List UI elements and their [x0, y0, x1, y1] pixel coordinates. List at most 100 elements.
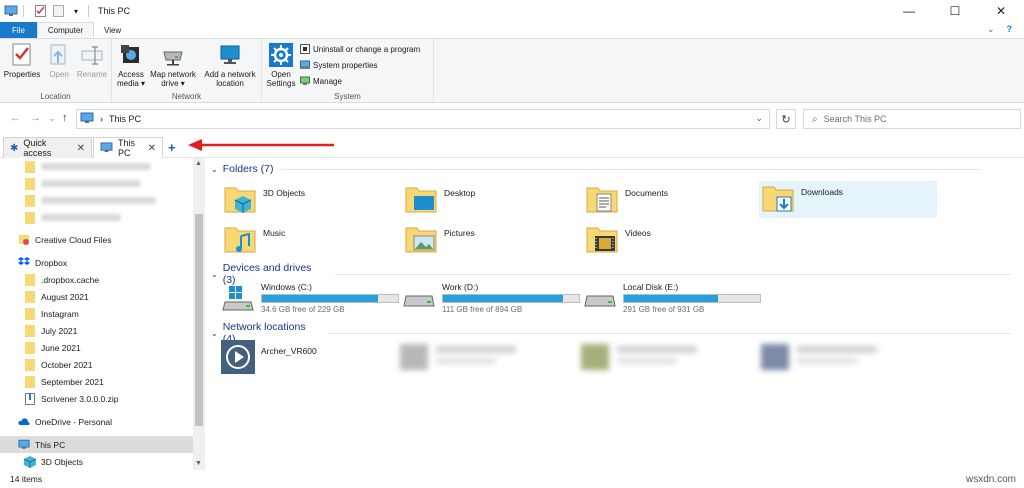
- drive-name: Local Disk (E:): [623, 282, 679, 292]
- drive-name: Windows (C:): [261, 282, 313, 292]
- ribbon: Properties Open Rename Location Access m…: [0, 38, 1024, 103]
- rename-button[interactable]: Rename: [76, 42, 108, 79]
- this-pc-icon[interactable]: [4, 4, 18, 18]
- folder-icon: [24, 177, 36, 190]
- folder-item[interactable]: Music: [221, 222, 399, 258]
- drive-item[interactable]: Local Disk (E:) 291 GB free of 931 GB: [583, 282, 761, 318]
- back-button[interactable]: ←: [10, 112, 21, 124]
- nav-item-zip-file[interactable]: Scrivener 3.0.0.0.zip: [0, 390, 193, 407]
- open-settings-button[interactable]: Open Settings: [264, 42, 298, 88]
- tab-close-icon[interactable]: ✕: [77, 143, 85, 154]
- uninstall-program-button[interactable]: Uninstall or change a program: [300, 44, 420, 54]
- navigation-scrollbar[interactable]: ▲ ▼: [193, 158, 205, 470]
- scroll-up-icon[interactable]: ▲: [195, 160, 202, 167]
- desktop-folder-icon: [405, 187, 437, 213]
- tab-view[interactable]: View: [94, 22, 131, 38]
- group-label-system: System: [334, 92, 361, 101]
- recent-locations-button[interactable]: ⌄: [48, 113, 56, 124]
- blurred-nav-item[interactable]: [0, 209, 193, 226]
- nav-item-onedrive[interactable]: OneDrive - Personal: [0, 413, 193, 430]
- 3d-objects-icon: [24, 455, 36, 468]
- folder-icon: [24, 307, 36, 320]
- scroll-down-icon[interactable]: ▼: [195, 460, 202, 467]
- this-pc-icon: [80, 112, 94, 126]
- access-media-button[interactable]: Access media ▾: [114, 42, 148, 88]
- media-server-icon: [221, 340, 255, 374]
- breadcrumb-this-pc[interactable]: This PC: [109, 114, 141, 124]
- add-network-location-icon: [217, 42, 243, 68]
- hard-drive-icon: [584, 295, 616, 307]
- tab-file[interactable]: File: [0, 22, 37, 38]
- folder-item-selected[interactable]: Downloads: [759, 181, 937, 218]
- blurred-network-item[interactable]: [761, 340, 891, 374]
- new-tab-button[interactable]: +: [168, 140, 176, 155]
- folder-item[interactable]: Videos: [583, 222, 761, 258]
- address-dropdown-icon[interactable]: ⌄: [755, 113, 763, 124]
- nav-item-folder[interactable]: September 2021: [0, 373, 193, 390]
- nav-item-folder[interactable]: July 2021: [0, 322, 193, 339]
- tab-computer[interactable]: Computer: [36, 22, 95, 38]
- blurred-nav-item[interactable]: [0, 158, 193, 175]
- properties-icon: [9, 42, 35, 68]
- onedrive-icon: [18, 416, 30, 428]
- ribbon-group-location: Properties Open Rename Location: [0, 39, 112, 102]
- system-properties-button[interactable]: System properties: [300, 60, 377, 70]
- folder-item[interactable]: 3D Objects: [221, 182, 399, 218]
- tab-quick-access[interactable]: ✱ Quick access ✕: [3, 137, 92, 158]
- drive-item[interactable]: Work (D:) 111 GB free of 894 GB: [402, 282, 580, 318]
- status-bar: 14 items wsxdn.com: [0, 470, 1024, 488]
- properties-button[interactable]: Properties: [4, 42, 40, 79]
- help-icon[interactable]: ?: [1007, 24, 1013, 35]
- nav-item-folder[interactable]: .dropbox.cache: [0, 271, 193, 288]
- nav-item-3d-objects[interactable]: 3D Objects: [0, 453, 193, 470]
- search-input[interactable]: ⌕ Search This PC: [803, 109, 1021, 129]
- nav-item-folder[interactable]: October 2021: [0, 356, 193, 373]
- navigation-bar: ← → ⌄ ↑ › This PC ⌄ ↻ ⌕ Search This PC: [0, 104, 1024, 132]
- open-button[interactable]: Open: [44, 42, 74, 79]
- nav-item-folder[interactable]: Instagram: [0, 305, 193, 322]
- nav-item-creative-cloud-files[interactable]: Creative Cloud Files: [0, 231, 193, 248]
- expand-ribbon-icon[interactable]: ⌄: [987, 24, 995, 35]
- scrollbar-thumb[interactable]: [195, 214, 203, 426]
- blurred-nav-item[interactable]: [0, 192, 193, 209]
- annotation-arrow-icon: [188, 139, 334, 151]
- manage-button[interactable]: Manage: [300, 76, 342, 86]
- drive-usage-fill: [624, 295, 718, 302]
- folder-item[interactable]: Pictures: [402, 222, 580, 258]
- nav-item-dropbox[interactable]: Dropbox: [0, 254, 193, 271]
- folder-item[interactable]: Desktop: [402, 182, 580, 218]
- new-folder-quick-icon[interactable]: [51, 4, 65, 18]
- folder-icon: [24, 358, 36, 371]
- close-button[interactable]: ✕: [978, 0, 1024, 22]
- tab-close-icon[interactable]: ✕: [148, 143, 156, 154]
- nav-item-folder[interactable]: August 2021: [0, 288, 193, 305]
- settings-gear-icon: [268, 42, 294, 68]
- map-network-drive-button[interactable]: Map network drive ▾: [146, 42, 200, 88]
- breadcrumb-separator[interactable]: ›: [100, 114, 103, 124]
- title-bar: ▾ This PC — ☐ ✕: [0, 0, 1024, 22]
- group-label-location: Location: [40, 92, 71, 101]
- folder-item[interactable]: Documents: [583, 182, 761, 218]
- customize-quick-access-icon[interactable]: ▾: [69, 4, 83, 18]
- tab-this-pc[interactable]: This PC ✕: [93, 137, 163, 158]
- add-network-location-button[interactable]: Add a network location: [200, 42, 260, 88]
- folder-icon: [24, 273, 36, 286]
- refresh-button[interactable]: ↻: [776, 109, 796, 129]
- nav-item-folder[interactable]: June 2021: [0, 339, 193, 356]
- minimize-button[interactable]: —: [886, 0, 932, 22]
- address-bar[interactable]: › This PC ⌄: [76, 109, 770, 129]
- blurred-nav-item[interactable]: [0, 175, 193, 192]
- blurred-network-item[interactable]: [400, 340, 530, 374]
- forward-button[interactable]: →: [30, 112, 41, 124]
- nav-item-this-pc[interactable]: This PC: [0, 436, 193, 453]
- properties-quick-icon[interactable]: [33, 4, 47, 18]
- system-properties-icon: [300, 60, 310, 70]
- network-location-item[interactable]: Archer_VR600: [221, 340, 317, 376]
- drive-item[interactable]: Windows (C:) 34.6 GB free of 229 GB: [221, 282, 399, 318]
- folders-section-header[interactable]: ⌄ Folders (7): [211, 163, 1011, 175]
- maximize-button[interactable]: ☐: [932, 0, 978, 22]
- blurred-network-item[interactable]: [581, 340, 711, 374]
- drive-usage-bar: [442, 294, 580, 303]
- search-icon: ⌕: [812, 113, 818, 125]
- up-button[interactable]: ↑: [62, 112, 68, 124]
